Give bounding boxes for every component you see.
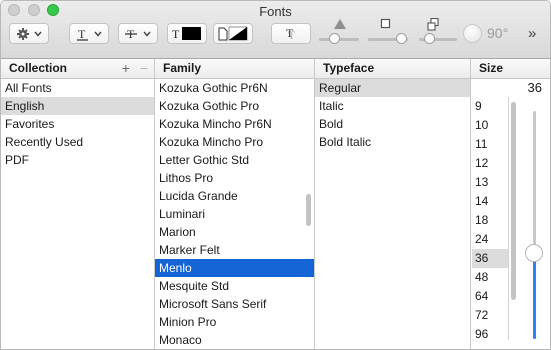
shadow-offset-knob[interactable]: [424, 33, 435, 44]
svg-text:T: T: [286, 26, 294, 40]
size-field[interactable]: 36: [472, 79, 550, 97]
family-item[interactable]: Mesquite Std: [155, 277, 314, 295]
size-list-scrollbar[interactable]: [511, 102, 516, 300]
underline-menu-button[interactable]: T: [69, 23, 109, 44]
typeface-item[interactable]: Italic: [315, 97, 470, 115]
family-item[interactable]: Marion: [155, 223, 314, 241]
typeface-item[interactable]: Regular: [315, 79, 470, 97]
document-color-button[interactable]: [213, 23, 253, 44]
add-collection-button[interactable]: +: [122, 60, 130, 76]
collection-item[interactable]: English: [1, 97, 154, 115]
family-item[interactable]: Microsoft Sans Serif: [155, 295, 314, 313]
size-field-value: 36: [527, 80, 542, 95]
family-item[interactable]: Minion Pro: [155, 313, 314, 331]
family-header: Family: [155, 59, 314, 79]
family-item[interactable]: Kozuka Gothic Pr6N: [155, 79, 314, 97]
typeface-list: Regular Italic Bold Bold Italic: [315, 79, 470, 151]
action-menu-button[interactable]: [9, 23, 49, 44]
toolbar-overflow-button[interactable]: »: [528, 25, 536, 42]
typeface-item[interactable]: Bold Italic: [315, 133, 470, 151]
text-strikethrough-icon: T: [125, 27, 151, 41]
size-item[interactable]: 9: [472, 97, 508, 116]
strikethrough-menu-button[interactable]: T: [118, 23, 158, 44]
size-item[interactable]: 36: [472, 249, 508, 268]
family-pane: Family Kozuka Gothic Pr6N Kozuka Gothic P…: [155, 59, 315, 349]
collection-pane: Collection + − All Fonts English Favorites…: [1, 59, 155, 349]
family-header-label: Family: [163, 61, 202, 75]
shadow-angle-dial[interactable]: [463, 24, 482, 43]
collection-item[interactable]: Favorites: [1, 115, 154, 133]
text-color-icon: T: [172, 27, 201, 41]
size-item[interactable]: 13: [472, 173, 508, 192]
size-slider-fill: [533, 253, 536, 339]
family-item[interactable]: Monaco: [155, 331, 314, 349]
size-item[interactable]: 24: [472, 230, 508, 249]
size-item[interactable]: 14: [472, 192, 508, 211]
collection-item[interactable]: PDF: [1, 151, 154, 169]
collection-item[interactable]: All Fonts: [1, 79, 154, 97]
size-item[interactable]: 18: [472, 211, 508, 230]
shadow-offset-icon: [427, 18, 439, 31]
collection-list: All Fonts English Favorites Recently Used PD…: [1, 79, 154, 169]
collection-item[interactable]: Recently Used: [1, 133, 154, 151]
typeface-item[interactable]: Bold: [315, 115, 470, 133]
size-header: Size: [471, 59, 550, 79]
svg-text:T: T: [172, 27, 180, 41]
shadow-angle-label: 90°: [487, 25, 509, 41]
size-slider-knob[interactable]: [525, 244, 543, 262]
family-item[interactable]: Letter Gothic Std: [155, 151, 314, 169]
size-list: 9 10 11 12 13 14 18 24 36 48 64 72 96: [472, 97, 509, 341]
family-item[interactable]: Kozuka Mincho Pro: [155, 133, 314, 151]
family-item[interactable]: Marker Felt: [155, 241, 314, 259]
shadow-blur-icon: [380, 18, 391, 29]
text-shadow-icon: T T: [286, 26, 296, 41]
family-item[interactable]: Menlo: [155, 259, 314, 277]
size-header-label: Size: [479, 61, 504, 75]
typeface-pane: Typeface Regular Italic Bold Bold Italic: [315, 59, 471, 349]
family-item[interactable]: Kozuka Gothic Pro: [155, 97, 314, 115]
typeface-header: Typeface: [315, 59, 470, 79]
size-item[interactable]: 72: [472, 306, 508, 325]
text-shadow-button[interactable]: T T: [271, 23, 311, 44]
size-item[interactable]: 12: [472, 154, 508, 173]
text-color-button[interactable]: T: [167, 23, 207, 44]
family-item[interactable]: Luminari: [155, 205, 314, 223]
family-scrollbar[interactable]: [306, 194, 311, 226]
remove-collection-button[interactable]: −: [140, 60, 148, 76]
size-item[interactable]: 96: [472, 325, 508, 344]
document-color-icon: [218, 26, 248, 41]
family-item[interactable]: Lithos Pro: [155, 169, 314, 187]
collection-header: Collection + −: [1, 59, 154, 79]
toolbar: Fonts T T T T T 90° »: [1, 1, 550, 59]
shadow-blur-knob[interactable]: [396, 33, 407, 44]
size-item[interactable]: 10: [472, 116, 508, 135]
svg-text:T: T: [78, 27, 86, 41]
typeface-header-label: Typeface: [323, 61, 375, 75]
size-item[interactable]: 48: [472, 268, 508, 287]
family-list: Kozuka Gothic Pr6N Kozuka Gothic Pro Kozuk…: [155, 79, 314, 349]
size-item[interactable]: 11: [472, 135, 508, 154]
shadow-opacity-knob[interactable]: [329, 33, 340, 44]
family-item[interactable]: Kozuka Mincho Pr6N: [155, 115, 314, 133]
family-item[interactable]: Lucida Grande: [155, 187, 314, 205]
collection-header-label: Collection: [9, 61, 68, 75]
window-title: Fonts: [259, 4, 292, 19]
text-underline-icon: T: [77, 27, 102, 41]
size-item[interactable]: 64: [472, 287, 508, 306]
gear-icon: [17, 27, 42, 40]
shadow-opacity-icon: [334, 19, 346, 29]
fonts-window: Fonts T T T T T 90° » Collection + − All…: [0, 0, 551, 350]
